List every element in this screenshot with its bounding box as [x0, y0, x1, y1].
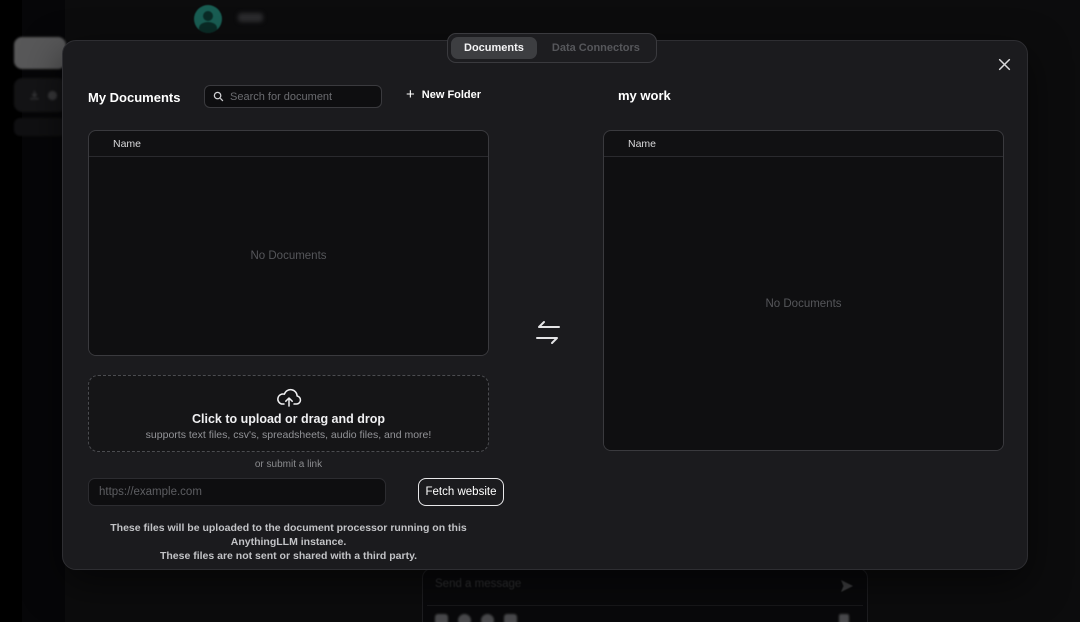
documents-panel-body: No Documents — [89, 157, 488, 355]
new-folder-label: New Folder — [421, 88, 482, 101]
document-manager-modal: My Documents + New Folder Name No Docume… — [62, 40, 1028, 570]
search-icon — [213, 91, 224, 102]
disclaimer-line-2: These files are not sent or shared with … — [159, 550, 418, 563]
new-folder-button[interactable]: + New Folder — [406, 87, 481, 102]
plus-icon: + — [406, 86, 415, 103]
workspace-documents-panel: Name No Documents — [603, 130, 1004, 451]
app-screen: Send a message Documents Data Connectors… — [0, 0, 1080, 622]
upload-subtitle: supports text files, csv's, spreadsheets… — [145, 428, 432, 441]
tab-documents[interactable]: Documents — [451, 37, 537, 59]
link-fetch-row: Fetch website — [88, 478, 504, 506]
workspace-panel-body: No Documents — [604, 157, 1003, 450]
workspace-panel-header: Name — [604, 131, 1003, 157]
move-documents-arrows-icon — [533, 317, 563, 349]
tab-data-connectors[interactable]: Data Connectors — [539, 37, 653, 59]
document-search — [204, 85, 382, 108]
search-input[interactable] — [230, 90, 373, 103]
disclaimer-line-1: These files will be uploaded to the docu… — [110, 522, 467, 549]
no-documents-text: No Documents — [250, 250, 327, 262]
modal-tabbar: Documents Data Connectors — [447, 33, 657, 63]
upload-disclaimer: These files will be uploaded to the docu… — [88, 521, 489, 564]
close-icon[interactable] — [995, 55, 1013, 73]
documents-panel-header: Name — [89, 131, 488, 157]
no-documents-text: No Documents — [765, 297, 842, 310]
upload-dropzone[interactable]: Click to upload or drag and drop support… — [88, 375, 489, 452]
my-documents-title: My Documents — [88, 89, 181, 105]
name-column-header: Name — [113, 137, 142, 150]
documents-panel: Name No Documents — [88, 130, 489, 356]
my-documents-header: My Documents + New Folder — [88, 85, 508, 109]
upload-title: Click to upload or drag and drop — [191, 411, 386, 426]
cloud-upload-icon — [276, 388, 301, 407]
workspace-title: my work — [618, 88, 671, 103]
fetch-website-button[interactable]: Fetch website — [418, 478, 504, 506]
url-input[interactable] — [88, 478, 386, 506]
name-column-header: Name — [628, 137, 657, 150]
or-submit-link-label: or submit a link — [254, 459, 323, 470]
